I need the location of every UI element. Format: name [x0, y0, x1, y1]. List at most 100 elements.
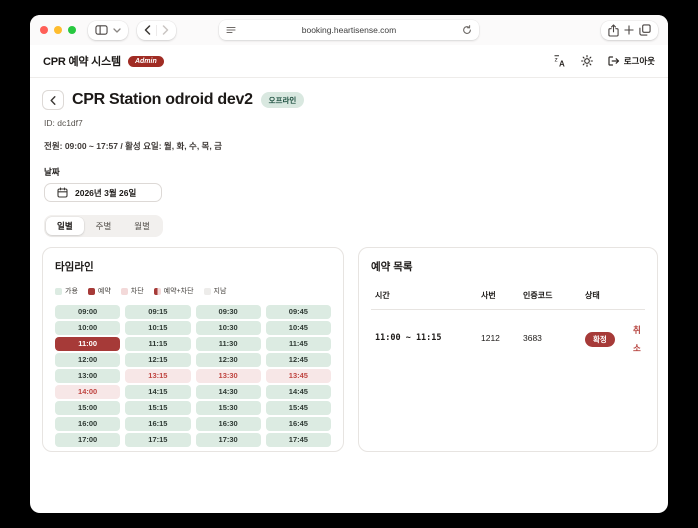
timeline-slot-grid: 09:00 09:15 09:30 09:45 10:00 10:15 10:3…: [55, 305, 331, 447]
time-slot[interactable]: 09:30: [195, 305, 261, 319]
time-slot[interactable]: 15:00: [55, 401, 121, 415]
time-slot[interactable]: 16:45: [265, 417, 331, 431]
logout-icon: [608, 56, 619, 66]
forward-icon[interactable]: [162, 25, 169, 35]
tab-overview-icon[interactable]: [639, 24, 651, 36]
legend-item: 예약+차단: [153, 286, 194, 296]
view-tab[interactable]: 주별: [85, 217, 123, 235]
share-icon[interactable]: [608, 23, 619, 37]
time-slot[interactable]: 11:15: [125, 337, 191, 351]
minimize-window-button[interactable]: [54, 26, 62, 34]
time-slot[interactable]: 11:45: [265, 337, 331, 351]
svg-text:z: z: [554, 57, 557, 64]
station-power-info: 전원: 09:00 ~ 17:57 / 활성 요일: 월, 화, 수, 목, 금: [44, 141, 222, 151]
header-actions: zA 로그아웃: [554, 55, 655, 67]
time-slot[interactable]: 15:30: [195, 401, 261, 415]
logout-button[interactable]: 로그아웃: [608, 55, 655, 67]
station-id: ID: dc1df7: [44, 118, 83, 128]
station-title-row: CPR Station odroid dev2 오프라인: [42, 90, 656, 110]
timeline-legend: 가용 예약 차단 예약+차단 지남: [55, 286, 331, 296]
date-picker-button[interactable]: 2026년 3월 26일: [44, 183, 162, 202]
toolbar-right-tools: [601, 20, 658, 40]
legend-swatch: [55, 287, 62, 295]
legend-label: 차단: [130, 288, 144, 295]
time-slot[interactable]: 16:15: [125, 417, 191, 431]
col-status: 상태: [585, 291, 600, 300]
back-icon[interactable]: [144, 25, 151, 35]
legend-swatch: [87, 287, 95, 295]
time-slot[interactable]: 11:30: [195, 337, 261, 351]
time-slot[interactable]: 11:00: [55, 337, 121, 351]
logout-label: 로그아웃: [623, 56, 655, 66]
new-tab-icon[interactable]: [624, 25, 634, 35]
booking-action-cell: 취소: [633, 320, 641, 356]
station-status-badge: 오프라인: [260, 92, 305, 108]
time-slot[interactable]: 10:00: [55, 321, 121, 335]
view-tabs: 일별 주별 월별: [44, 215, 163, 237]
page-content: CPR Station odroid dev2 오프라인 ID: dc1df7 …: [30, 78, 668, 462]
zoom-window-button[interactable]: [68, 26, 76, 34]
booking-time: 11:00 ~ 11:15: [375, 333, 442, 343]
sidebar-icon: [95, 25, 108, 35]
timeline-card: 타임라인 가용 예약 차단 예약+차단 지남 09:00 09:15 09:30…: [42, 247, 344, 452]
time-slot[interactable]: 17:30: [195, 433, 261, 447]
booking-status-cell: 확정: [585, 329, 633, 347]
app-title: CPR 예약 시스템: [43, 56, 121, 68]
time-slot[interactable]: 17:15: [125, 433, 191, 447]
time-slot[interactable]: 13:45: [265, 369, 331, 383]
back-button[interactable]: [42, 90, 64, 110]
bookings-card: 예약 목록 시간 사번 인증코드 상태 11:00 ~ 11:15 1212 3…: [358, 247, 658, 452]
booking-status-badge: 확정: [585, 332, 615, 347]
browser-window: booking.heartisense.com CPR 예약 시스템 Admin…: [30, 15, 668, 513]
time-slot[interactable]: 10:45: [265, 321, 331, 335]
sidebar-toggle-button[interactable]: [88, 20, 128, 40]
time-slot[interactable]: 14:30: [195, 385, 261, 399]
theme-toggle-button[interactable]: [580, 55, 593, 67]
refresh-icon[interactable]: [462, 25, 472, 35]
time-slot[interactable]: 16:00: [55, 417, 121, 431]
time-slot[interactable]: 17:00: [55, 433, 121, 447]
station-title: CPR Station odroid dev2: [72, 91, 253, 108]
legend-label: 예약: [97, 288, 111, 295]
cancel-booking-link[interactable]: 취소: [633, 325, 641, 353]
date-label: 날짜: [44, 167, 60, 177]
time-slot[interactable]: 14:15: [125, 385, 191, 399]
time-slot[interactable]: 12:15: [125, 353, 191, 367]
time-slot[interactable]: 17:45: [265, 433, 331, 447]
col-auth-code: 인증코드: [523, 291, 553, 300]
legend-label: 가용: [65, 288, 78, 295]
view-tab[interactable]: 월별: [123, 217, 161, 235]
svg-text:A: A: [559, 60, 565, 68]
time-slot[interactable]: 15:15: [125, 401, 191, 415]
time-slot[interactable]: 10:30: [195, 321, 261, 335]
time-slot[interactable]: 15:45: [265, 401, 331, 415]
time-slot[interactable]: 09:00: [55, 305, 121, 319]
chevron-down-icon: [113, 28, 121, 33]
timeline-title: 타임라인: [55, 261, 94, 273]
col-employee-no: 사번: [481, 291, 496, 300]
close-window-button[interactable]: [40, 26, 48, 34]
divider: [156, 24, 157, 36]
admin-badge: Admin: [127, 55, 164, 67]
reader-icon[interactable]: [226, 25, 236, 35]
time-slot[interactable]: 14:45: [265, 385, 331, 399]
view-tab[interactable]: 일별: [46, 217, 84, 235]
time-slot[interactable]: 12:30: [195, 353, 261, 367]
time-slot[interactable]: 09:45: [265, 305, 331, 319]
translate-icon: zA: [554, 55, 565, 68]
app-header: CPR 예약 시스템 Admin zA 로그아웃: [30, 45, 668, 78]
language-toggle-button[interactable]: zA: [554, 55, 566, 67]
time-slot[interactable]: 14:00: [55, 385, 121, 399]
legend-label: 예약+차단: [163, 288, 194, 295]
booking-auth-code: 3683: [523, 333, 542, 343]
legend-item: 예약: [87, 286, 111, 296]
time-slot[interactable]: 13:30: [195, 369, 261, 383]
url-bar[interactable]: booking.heartisense.com: [219, 20, 479, 40]
time-slot[interactable]: 10:15: [125, 321, 191, 335]
time-slot[interactable]: 13:00: [55, 369, 121, 383]
time-slot[interactable]: 12:00: [55, 353, 121, 367]
time-slot[interactable]: 16:30: [195, 417, 261, 431]
time-slot[interactable]: 12:45: [265, 353, 331, 367]
time-slot[interactable]: 13:15: [125, 369, 191, 383]
time-slot[interactable]: 09:15: [125, 305, 191, 319]
